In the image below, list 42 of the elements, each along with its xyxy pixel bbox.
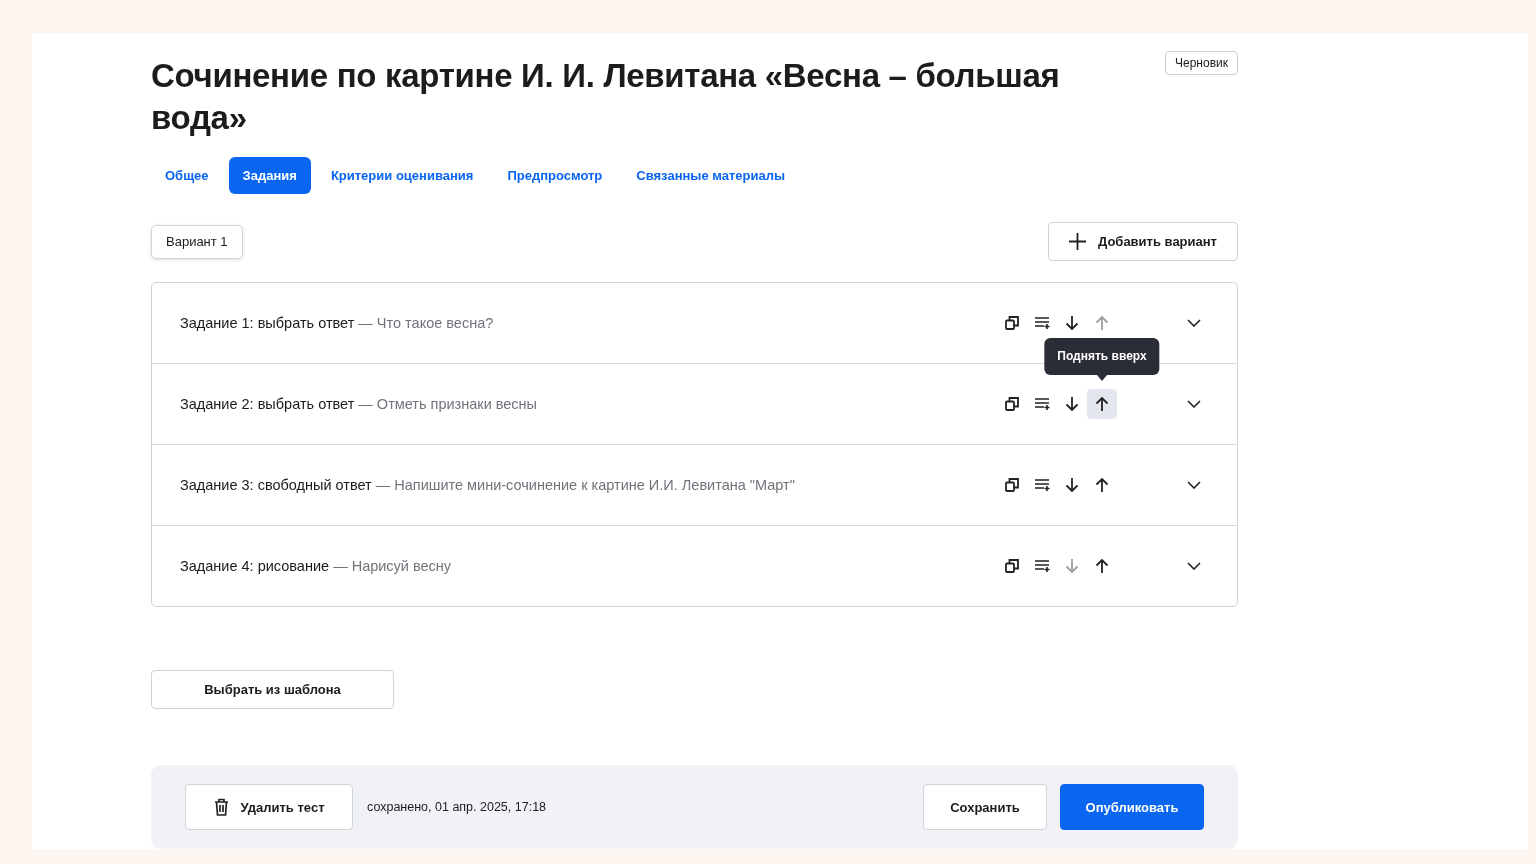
- copy-icon: [1004, 315, 1020, 331]
- copy-icon: [1004, 396, 1020, 412]
- status-badge: Черновик: [1165, 51, 1238, 75]
- save-button[interactable]: Сохранить: [923, 784, 1047, 830]
- copy-icon: [1004, 558, 1020, 574]
- tab[interactable]: Критерии оценивания: [316, 157, 488, 194]
- arrow-up-icon: [1095, 477, 1109, 493]
- arrow-up-icon: [1095, 396, 1109, 412]
- task-title: Задание 2: выбрать ответ — Отметь признаки весны: [180, 396, 539, 412]
- list-add-icon: [1034, 478, 1050, 492]
- tab[interactable]: Задания: [228, 157, 311, 194]
- saved-status: сохранено, 01 апр. 2025, 17:18: [367, 800, 548, 814]
- chevron-down-icon: [1187, 562, 1201, 570]
- arrow-down-icon: [1065, 558, 1079, 574]
- chevron-down-icon: [1187, 481, 1201, 489]
- arrow-up-icon: [1095, 315, 1109, 331]
- list-add-icon: [1034, 559, 1050, 573]
- plus-icon: [1069, 233, 1086, 250]
- variant-tab[interactable]: Вариант 1: [151, 224, 243, 259]
- tab[interactable]: Общее: [151, 157, 223, 194]
- tooltip: Поднять вверх: [1044, 338, 1160, 375]
- arrow-down-icon: [1065, 396, 1079, 412]
- copy-icon: [1004, 477, 1020, 493]
- delete-button[interactable]: Удалить тест: [185, 784, 353, 830]
- chevron-down-icon: [1187, 400, 1201, 408]
- chevron-down-icon: [1187, 319, 1201, 327]
- add-variant-button[interactable]: Добавить вариант: [1048, 222, 1238, 261]
- trash-icon: [213, 798, 229, 816]
- list-add-icon: [1034, 397, 1050, 411]
- task-title: Задание 3: свободный ответ — Напишите мини-сочинение к картине И.И. Левитана "Март": [180, 477, 796, 493]
- arrow-up-icon: [1095, 558, 1109, 574]
- move-up-button[interactable]: [1087, 389, 1117, 419]
- arrow-down-icon: [1065, 477, 1079, 493]
- publish-button[interactable]: Опубликовать: [1060, 784, 1204, 830]
- template-button[interactable]: Выбрать из шаблона: [151, 670, 394, 709]
- page-title: Сочинение по картине И. И. Левитана «Весна – большая вода»: [151, 56, 1061, 138]
- tab[interactable]: Связанные материалы: [622, 157, 800, 194]
- tab[interactable]: Предпросмотр: [493, 157, 617, 194]
- task-title: Задание 4: рисование — Нарисуй весну: [180, 558, 453, 574]
- arrow-down-icon: [1065, 315, 1079, 331]
- list-add-icon: [1034, 316, 1050, 330]
- task-title: Задание 1: выбрать ответ — Что такое весна?: [180, 315, 495, 331]
